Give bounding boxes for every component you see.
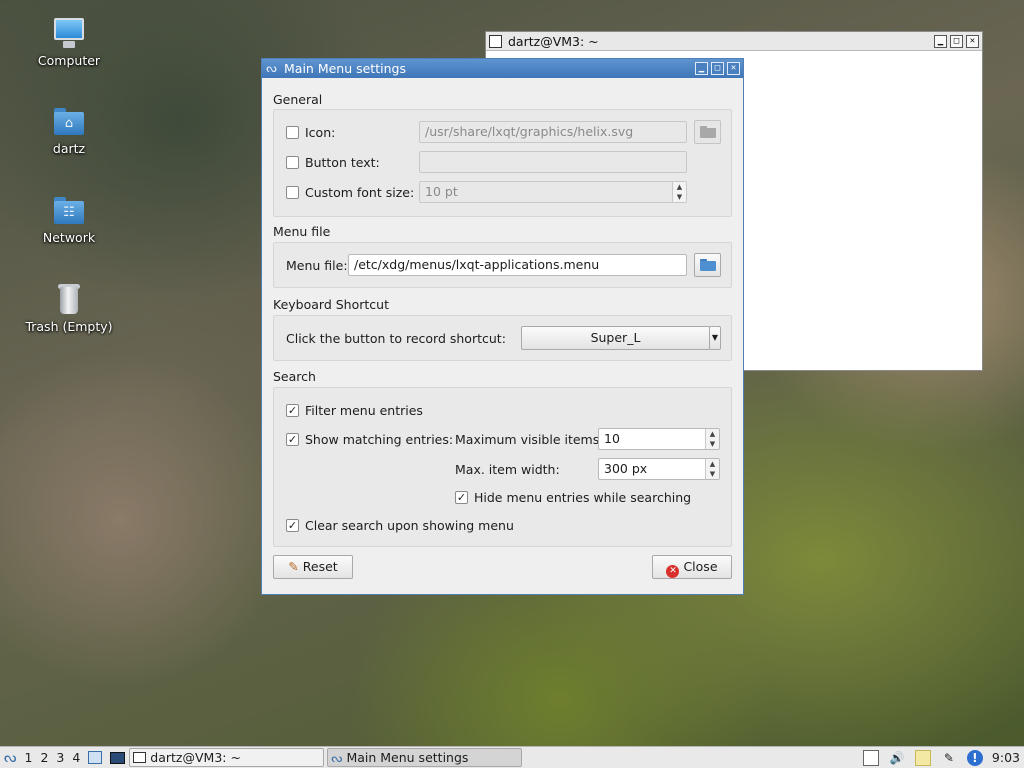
maximize-button[interactable]: □	[950, 34, 963, 48]
general-group: Icon: /usr/share/lxqt/graphics/helix.svg…	[273, 109, 732, 217]
spin-arrows-icon[interactable]: ▲ ▼	[672, 182, 686, 202]
info-icon[interactable]: !	[966, 749, 983, 766]
task-main-menu-settings[interactable]: ᔓ Main Menu settings	[327, 748, 523, 767]
close-button[interactable]: ✕	[966, 34, 979, 48]
folder-icon	[699, 126, 716, 138]
minimize-button[interactable]: ▁	[934, 34, 947, 48]
volume-icon[interactable]: 🔊	[889, 750, 905, 766]
font-size-checkbox[interactable]	[286, 186, 299, 199]
workspace-4[interactable]: 4	[68, 748, 84, 768]
show-matching-checkbox[interactable]: ✓	[286, 433, 299, 446]
clock[interactable]: 9:03	[988, 748, 1024, 768]
menu-file-group: Menu file: /etc/xdg/menus/lxqt-applicati…	[273, 242, 732, 288]
desktop-icon-label: dartz	[52, 141, 86, 156]
task-label: dartz@VM3: ~	[150, 750, 241, 765]
filter-entries-checkbox[interactable]: ✓	[286, 404, 299, 417]
main-menu-settings-dialog[interactable]: ᔓ Main Menu settings ▁ □ ✕ General Icon:…	[261, 58, 744, 595]
lxqt-helix-icon: ᔓ	[4, 749, 17, 766]
max-width-spinbox[interactable]: 300 px ▲ ▼	[598, 458, 720, 480]
notes-icon[interactable]	[914, 749, 931, 766]
filter-entries-label: Filter menu entries	[305, 403, 423, 418]
desktop-icon-network[interactable]: ☷ Network	[21, 193, 117, 245]
show-desktop-icon	[110, 751, 126, 764]
screenshot-icon[interactable]: ✎	[941, 750, 957, 766]
menu-file-section-title: Menu file	[273, 224, 331, 239]
desktop-icon-label: Trash (Empty)	[25, 319, 113, 334]
shortcut-group: Click the button to record shortcut: Sup…	[273, 315, 732, 361]
max-visible-label: Maximum visible items:	[455, 432, 604, 447]
general-section-title: General	[273, 92, 323, 107]
search-section-title: Search	[273, 369, 316, 384]
file-manager-icon	[88, 751, 103, 764]
hide-entries-label: Hide menu entries while searching	[474, 490, 692, 505]
icon-browse-button[interactable]	[694, 120, 721, 144]
trash-icon	[52, 282, 86, 316]
desktop-icon-label: Computer	[37, 53, 101, 68]
icon-path-field[interactable]: /usr/share/lxqt/graphics/helix.svg	[419, 121, 687, 143]
desktop-icon-trash[interactable]: Trash (Empty)	[21, 282, 117, 334]
close-icon: ✕	[666, 565, 680, 578]
workspace-1[interactable]: 1	[20, 748, 36, 768]
max-visible-value: 10	[604, 431, 620, 446]
menu-file-browse-button[interactable]	[694, 253, 721, 277]
close-dialog-button[interactable]: ✕ Close	[652, 555, 732, 579]
broom-icon: ✎	[288, 559, 299, 574]
chevron-down-icon: ▼	[711, 333, 719, 342]
computer-icon	[52, 16, 86, 50]
workspace-2[interactable]: 2	[36, 748, 52, 768]
terminal-icon	[133, 752, 147, 763]
minimize-button[interactable]: ▁	[695, 62, 708, 75]
lxqt-helix-icon: ᔓ	[266, 61, 277, 75]
terminal-title: dartz@VM3: ~	[508, 33, 599, 49]
font-size-label: Custom font size:	[305, 185, 415, 200]
spin-arrows-icon[interactable]: ▲ ▼	[705, 459, 719, 479]
reset-button-label: Reset	[302, 559, 338, 574]
desktop-icon-computer[interactable]: Computer	[21, 16, 117, 68]
maximize-button[interactable]: □	[711, 62, 724, 75]
shortcut-section-title: Keyboard Shortcut	[273, 297, 389, 312]
button-text-field[interactable]	[419, 151, 687, 173]
main-menu-button[interactable]: ᔓ	[0, 748, 20, 768]
home-folder-icon: ⌂	[52, 104, 86, 138]
font-size-value: 10 pt	[425, 184, 458, 199]
terminal-titlebar[interactable]: dartz@VM3: ~ ▁ □ ✕	[486, 32, 982, 51]
spin-arrows-icon[interactable]: ▲ ▼	[705, 429, 719, 449]
clipboard-icon[interactable]	[862, 749, 879, 766]
task-label: Main Menu settings	[346, 750, 469, 765]
close-button[interactable]: ✕	[727, 62, 740, 75]
icon-checkbox[interactable]	[286, 126, 299, 139]
button-text-label: Button text:	[305, 155, 380, 170]
clear-search-label: Clear search upon showing menu	[305, 518, 514, 533]
taskbar: ᔓ 1 2 3 4 dartz@VM3: ~ ᔓ Main Menu setti…	[0, 746, 1024, 768]
desktop-icon-home[interactable]: ⌂ dartz	[21, 104, 117, 156]
show-matching-label: Show matching entries:	[305, 432, 454, 447]
file-manager-launcher[interactable]	[84, 748, 106, 768]
hide-entries-checkbox[interactable]: ✓	[455, 491, 468, 504]
terminal-icon	[489, 34, 502, 48]
workspace-3[interactable]: 3	[52, 748, 68, 768]
network-folder-icon: ☷	[52, 193, 86, 227]
folder-icon	[699, 259, 716, 271]
button-text-checkbox[interactable]	[286, 156, 299, 169]
shortcut-dropdown-button[interactable]: ▼	[709, 326, 721, 350]
dialog-title: Main Menu settings	[284, 61, 406, 76]
max-width-value: 300 px	[604, 461, 648, 476]
clear-search-checkbox[interactable]: ✓	[286, 519, 299, 532]
font-size-spinbox[interactable]: 10 pt ▲ ▼	[419, 181, 687, 203]
shortcut-label: Click the button to record shortcut:	[286, 331, 506, 346]
reset-button[interactable]: ✎ Reset	[273, 555, 353, 579]
icon-label: Icon:	[305, 125, 336, 140]
shortcut-record-button[interactable]: Super_L	[521, 326, 710, 350]
search-group: ✓ Filter menu entries ✓ Show matching en…	[273, 387, 732, 547]
task-terminal[interactable]: dartz@VM3: ~	[129, 748, 325, 767]
dialog-titlebar[interactable]: ᔓ Main Menu settings ▁ □ ✕	[262, 59, 743, 78]
max-visible-spinbox[interactable]: 10 ▲ ▼	[598, 428, 720, 450]
close-button-label: Close	[683, 559, 718, 574]
menu-file-field[interactable]: /etc/xdg/menus/lxqt-applications.menu	[348, 254, 687, 276]
desktop-icon-label: Network	[42, 230, 96, 245]
lxqt-helix-icon: ᔓ	[331, 750, 343, 765]
menu-file-label: Menu file:	[286, 258, 348, 273]
max-width-label: Max. item width:	[455, 462, 560, 477]
show-desktop-launcher[interactable]	[106, 748, 129, 768]
